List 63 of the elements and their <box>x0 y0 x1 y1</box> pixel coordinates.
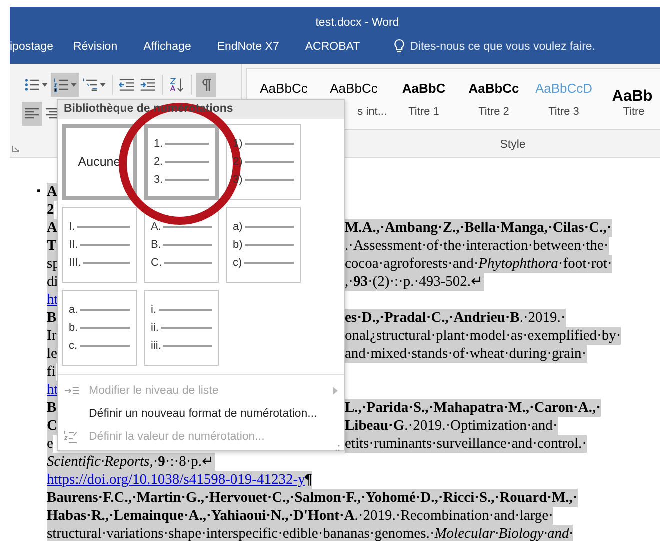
text-fragment: le <box>47 345 58 363</box>
lightbulb-icon <box>394 39 406 54</box>
ribbon-tab[interactable]: Révision <box>73 40 118 52</box>
text-fragment: fi <box>47 363 56 381</box>
ribbon-tab[interactable]: ACROBAT <box>305 40 360 52</box>
text-fragment: es·D.,·Pradal·C.,·Andrieu·B.·2019.· <box>345 309 566 327</box>
indent-icon <box>64 384 80 396</box>
ribbon-tab[interactable]: EndNote X7 <box>217 40 280 52</box>
text-fragment: Ir <box>47 327 57 345</box>
style-item[interactable]: AaBb Titre <box>599 69 660 129</box>
bullet-mark: ▪ <box>37 185 41 199</box>
style-item[interactable]: AaBbCc Titre 2 <box>459 69 529 129</box>
link[interactable]: ht <box>47 291 58 309</box>
numbering-button[interactable] <box>51 73 79 97</box>
indent-icon <box>140 77 156 93</box>
text-fragment: M.A.,·Ambang·Z.,·Bella·Manga,·Cilas·C.,· <box>345 219 612 237</box>
ribbon-tab[interactable]: Affichage <box>144 40 192 52</box>
link[interactable]: ht <box>47 381 58 399</box>
numbering-value-icon <box>64 428 78 444</box>
text-fragment: B <box>47 309 57 327</box>
text-fragment: 2 <box>47 201 54 219</box>
text-fragment: .·Assessment·of·the·interaction·between·the· <box>345 237 609 255</box>
text-fragment: e <box>47 435 54 453</box>
style-item[interactable]: AaBbC Titre 1 <box>389 69 459 129</box>
text-fragment: cocoa·agroforests·and·Phytophthora·foot·rot· <box>345 255 612 273</box>
text-fragment: di <box>47 273 58 291</box>
submenu-arrow-icon <box>333 386 338 394</box>
window-title: test.docx - Word <box>314 16 400 29</box>
link[interactable]: https://doi.org/10.1038/s41598-019-41232-y <box>47 471 306 489</box>
bullets-icon <box>24 77 40 93</box>
dialog-launcher-icon[interactable] <box>12 145 20 153</box>
tell-me-field[interactable]: Dites-nous ce que vous voulez faire. <box>410 40 626 52</box>
text-fragment: etits·ruminants·surveillance·and·control.· <box>345 435 587 453</box>
group-label: Style <box>499 138 527 151</box>
text-fragment: and·mixed·stands·of·wheat·during·grain· <box>345 345 587 363</box>
text-fragment: Libeau·G.·2019.·Optimization·and· <box>345 417 558 435</box>
text-fragment: C <box>47 417 58 435</box>
text-fragment: T <box>47 237 57 255</box>
multilevel-icon <box>82 77 98 93</box>
numbering-format[interactable]: i. ii. iii. <box>144 290 219 366</box>
text-fragment: A <box>47 219 58 237</box>
numbering-format[interactable]: a. b. c. <box>62 290 137 366</box>
text-fragment: A <box>47 183 58 201</box>
text-fragment: B <box>47 399 57 417</box>
style-item[interactable]: AaBbCc s int... <box>319 69 389 129</box>
style-item[interactable]: AaBbCcD Titre 3 <box>529 69 599 129</box>
outdent-icon <box>119 77 135 93</box>
paragraph-mark: ¶ <box>305 471 312 489</box>
text-fragment: ,·93·(2)·:·p.·493-502.↵ <box>345 273 484 291</box>
menu-item[interactable]: Définir un nouveau format de numérotation... <box>58 402 344 425</box>
ribbon-tab[interactable]: ipostage <box>10 40 54 52</box>
numbering-format[interactable]: I. II. III. <box>62 207 137 283</box>
caret-icon <box>42 83 48 87</box>
numbering-format[interactable]: 1. 2. 3. <box>144 124 219 200</box>
numbering-format[interactable]: a) b) c) <box>226 207 301 283</box>
pilcrow-button[interactable] <box>196 73 216 97</box>
caret-icon <box>71 83 77 87</box>
sort-icon <box>169 77 185 93</box>
numbering-icon <box>53 77 69 93</box>
align-left-button[interactable] <box>22 102 42 126</box>
caret-icon <box>100 83 106 87</box>
text-fragment: L.,·Parida·S.,·Mahapatra·M.,·Caron·A.,· <box>345 399 601 417</box>
text-fragment: onal¿structural·plant·model·as·exemplified·by· <box>345 327 622 345</box>
